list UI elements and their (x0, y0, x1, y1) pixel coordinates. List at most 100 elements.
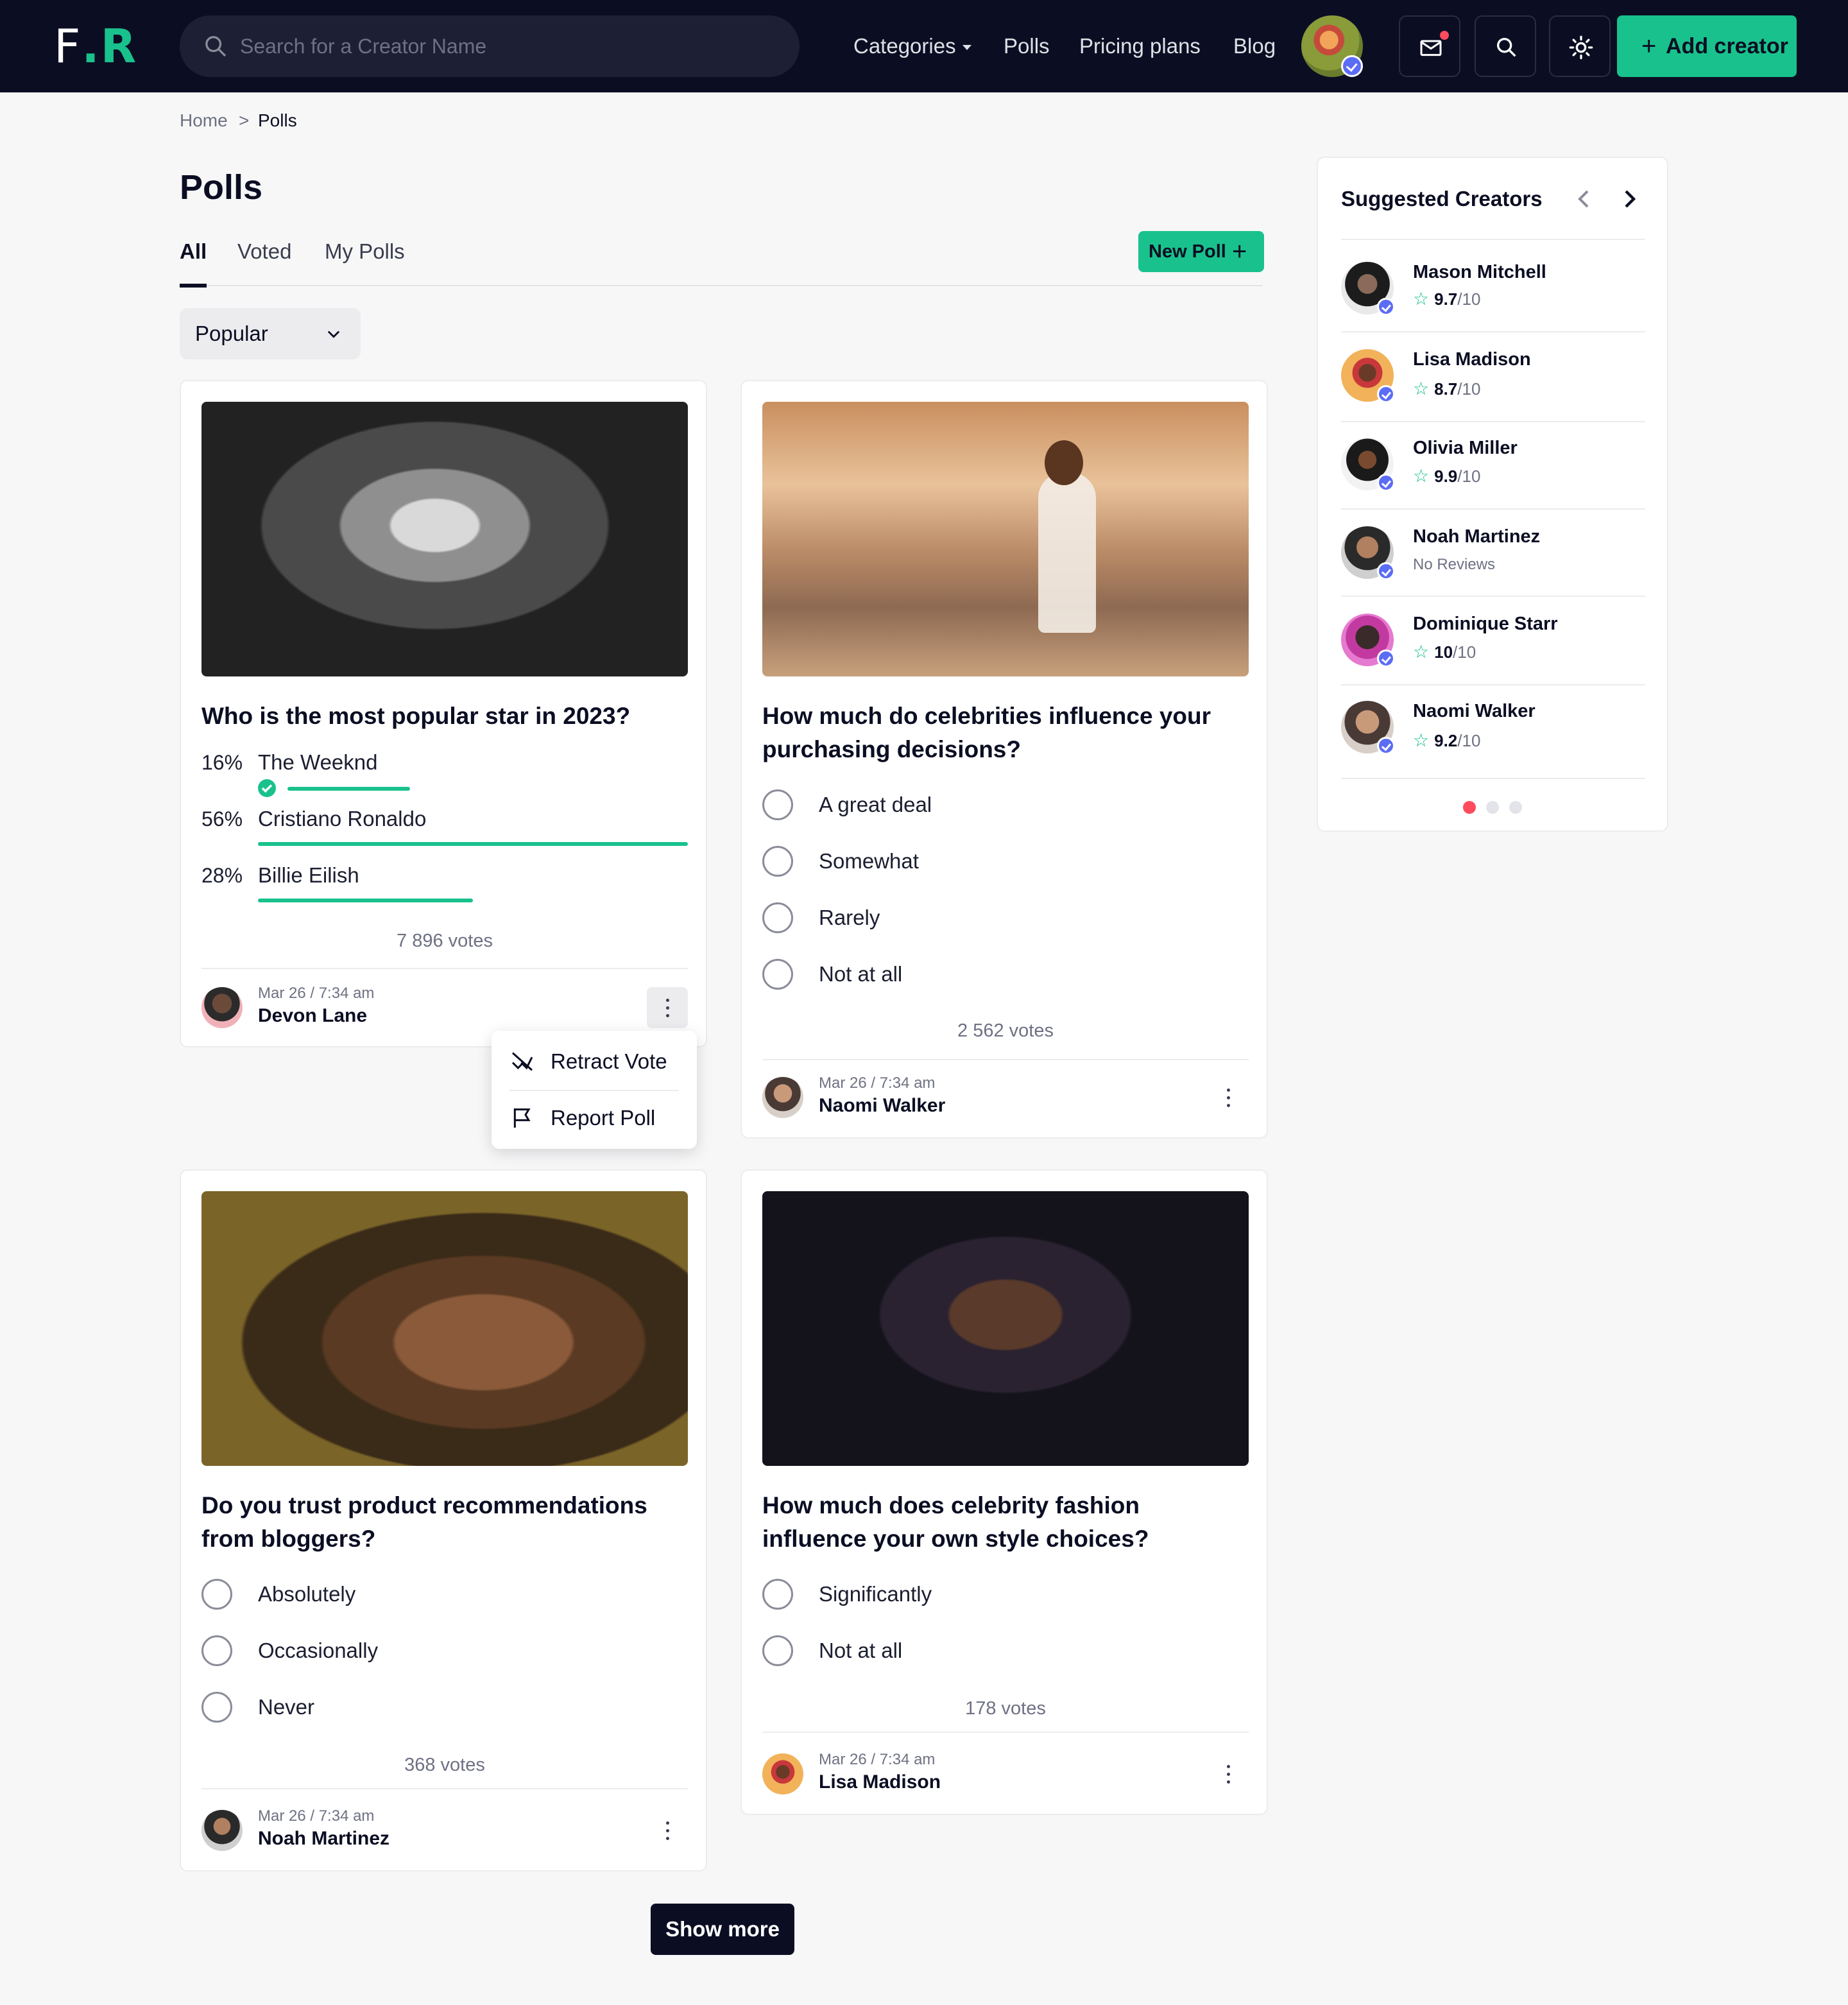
pagination-dot[interactable] (1509, 801, 1522, 814)
vote-count: 7 896 votes (397, 931, 493, 951)
my-vote-check-icon (258, 779, 276, 797)
option-label[interactable]: Not at all (819, 1635, 902, 1666)
result-label: Cristiano Ronaldo (258, 807, 427, 830)
new-poll-button[interactable]: New Poll + (1138, 231, 1264, 272)
pagination-dot[interactable] (1463, 801, 1476, 814)
result-bar (258, 842, 688, 846)
more-options-button[interactable] (647, 987, 688, 1028)
sun-icon (1569, 35, 1593, 60)
option-radio[interactable] (762, 959, 793, 990)
author-name[interactable]: Naomi Walker (819, 1094, 945, 1118)
author-avatar[interactable] (762, 1753, 803, 1794)
star-icon: ☆ (1413, 289, 1430, 309)
result-percent: 16% (201, 751, 243, 774)
option-radio[interactable] (201, 1635, 232, 1666)
result-percent: 28% (201, 864, 243, 887)
nav-blog[interactable]: Blog (1233, 31, 1276, 62)
creator-rating: ☆ 9.2/10 (1413, 730, 1481, 750)
author-name[interactable]: Devon Lane (258, 1004, 367, 1028)
search-input[interactable]: Search for a Creator Name (240, 33, 486, 59)
show-more-button[interactable]: Show more (651, 1904, 794, 1955)
option-label[interactable]: Significantly (819, 1579, 932, 1610)
creator-no-reviews: No Reviews (1413, 556, 1496, 573)
chevron-left-icon[interactable] (1568, 184, 1599, 214)
creator-name[interactable]: Lisa Madison (1413, 347, 1531, 372)
pagination-dot[interactable] (1486, 801, 1499, 814)
creator-name[interactable]: Noah Martinez (1413, 524, 1540, 549)
option-radio[interactable] (762, 902, 793, 933)
author-name[interactable]: Noah Martinez (258, 1827, 389, 1851)
poll-date: Mar 26 / 7:34 am (258, 985, 375, 1002)
vote-count: 368 votes (404, 1755, 485, 1775)
author-avatar[interactable] (201, 987, 243, 1028)
poll-date: Mar 26 / 7:34 am (258, 1807, 375, 1825)
divider (1341, 239, 1645, 240)
more-options-button[interactable] (1208, 1077, 1249, 1118)
option-label[interactable]: A great deal (819, 789, 932, 820)
poll-options-menu: Retract Vote Report Poll (492, 1031, 697, 1149)
breadcrumb-home[interactable]: Home (180, 108, 228, 133)
creator-name[interactable]: Olivia Miller (1413, 435, 1518, 461)
creator-avatar[interactable] (1341, 701, 1395, 755)
option-label[interactable]: Never (258, 1692, 314, 1723)
star-icon: ☆ (1413, 642, 1430, 662)
suggested-creators-panel: Suggested Creators Mason Mitchell ☆ 9.7/1… (1317, 157, 1668, 832)
creator-avatar[interactable] (1341, 349, 1395, 403)
creator-avatar[interactable] (1341, 438, 1395, 492)
theme-toggle-button[interactable] (1549, 15, 1611, 77)
divider (762, 1059, 1249, 1060)
page-title: Polls (180, 168, 263, 207)
poll-image (201, 402, 688, 676)
option-radio[interactable] (762, 1635, 793, 1666)
divider (1341, 331, 1645, 332)
creator-name[interactable]: Mason Mitchell (1413, 259, 1546, 285)
tab-my-polls[interactable]: My Polls (325, 236, 405, 267)
user-avatar[interactable] (1301, 15, 1363, 77)
author-avatar[interactable] (201, 1810, 243, 1851)
option-label[interactable]: Occasionally (258, 1635, 378, 1666)
option-radio[interactable] (201, 1579, 232, 1610)
divider (1341, 778, 1645, 779)
creator-name[interactable]: Naomi Walker (1413, 698, 1536, 724)
creator-avatar[interactable] (1341, 262, 1395, 316)
notification-dot (1440, 31, 1449, 40)
search-button[interactable] (1475, 15, 1536, 77)
flag-icon (513, 1108, 531, 1128)
creator-avatar[interactable] (1341, 614, 1395, 667)
nav-pricing-plans[interactable]: Pricing plans (1079, 31, 1201, 62)
creator-avatar[interactable] (1341, 526, 1395, 580)
poll-card: Who is the most popular star in 2023? 16… (180, 380, 707, 1047)
star-icon: ☆ (1413, 379, 1430, 399)
messages-button[interactable] (1399, 15, 1460, 77)
retract-vote-menu-item[interactable]: Retract Vote (492, 1033, 697, 1090)
more-options-button[interactable] (1208, 1753, 1249, 1794)
nav-categories[interactable]: Categories (853, 31, 971, 62)
logo[interactable]: F.R (54, 19, 137, 73)
tab-voted[interactable]: Voted (237, 236, 291, 267)
option-label[interactable]: Not at all (819, 959, 902, 990)
search-icon (205, 36, 227, 57)
result-percent: 56% (201, 807, 243, 830)
author-name[interactable]: Lisa Madison (819, 1770, 941, 1794)
creator-search-bar[interactable]: Search for a Creator Name (180, 15, 800, 77)
verified-badge-icon (1341, 55, 1363, 77)
option-label[interactable]: Rarely (819, 902, 880, 933)
report-poll-menu-item[interactable]: Report Poll (492, 1090, 697, 1146)
option-radio[interactable] (201, 1692, 232, 1723)
option-radio[interactable] (762, 1579, 793, 1610)
poll-image (762, 402, 1249, 676)
option-radio[interactable] (762, 789, 793, 820)
nav-polls[interactable]: Polls (1004, 31, 1050, 62)
poll-date: Mar 26 / 7:34 am (819, 1074, 936, 1092)
author-avatar[interactable] (762, 1077, 803, 1118)
option-radio[interactable] (762, 846, 793, 877)
tab-all[interactable]: All (180, 236, 207, 267)
creator-name[interactable]: Dominique Starr (1413, 611, 1558, 637)
option-label[interactable]: Somewhat (819, 846, 919, 877)
sort-select[interactable]: Popular (180, 308, 361, 359)
poll-question: Who is the most popular star in 2023? (201, 703, 631, 729)
more-options-button[interactable] (647, 1810, 688, 1851)
option-label[interactable]: Absolutely (258, 1579, 355, 1610)
chevron-right-icon[interactable] (1614, 184, 1645, 214)
add-creator-button[interactable]: + Add creator (1617, 15, 1797, 77)
